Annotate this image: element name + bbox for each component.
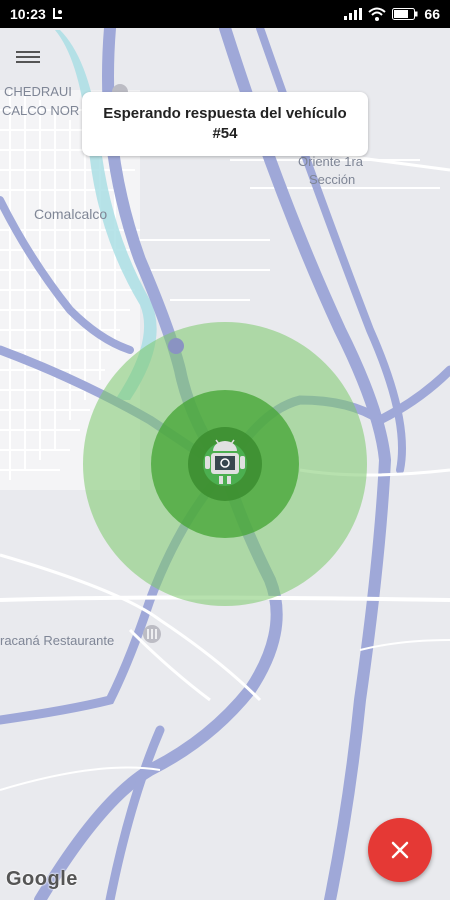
battery-icon [392, 8, 418, 20]
menu-icon [16, 51, 40, 53]
signal-icon [344, 8, 363, 20]
notification-icon [52, 8, 62, 19]
poi-pin-icon[interactable] [143, 625, 161, 643]
map-label-calco-nor: CALCO NOR [2, 103, 80, 118]
map-label-oriente-1: Oriente 1ra [298, 154, 364, 169]
map-canvas[interactable] [0, 28, 450, 900]
status-bar: 10:23 66 [0, 0, 450, 28]
map-label-chedraui: CHEDRAUI [4, 84, 72, 99]
status-message: Esperando respuesta del vehículo #54 [103, 104, 346, 144]
status-message-line2: #54 [212, 125, 238, 142]
google-attribution[interactable]: Google [6, 868, 78, 891]
highway-shield-icon [168, 338, 184, 354]
battery-percent: 66 [424, 6, 440, 22]
map-view[interactable]: CHEDRAUI CALCO NOR Comalcalco Oriente 1r… [0, 28, 450, 900]
map-label-oriente-2: Sección [309, 172, 356, 187]
status-message-line1: Esperando respuesta del vehículo [103, 105, 347, 122]
wifi-icon [368, 7, 387, 21]
cancel-button[interactable] [368, 818, 432, 882]
status-time: 10:23 [10, 6, 46, 22]
status-card: Esperando respuesta del vehículo #54 [82, 92, 368, 156]
map-label-comalcalco: Comalcalco [34, 206, 108, 222]
close-icon [391, 841, 409, 859]
map-label-restaurante: racaná Restaurante [0, 633, 115, 648]
menu-button[interactable] [16, 48, 40, 68]
